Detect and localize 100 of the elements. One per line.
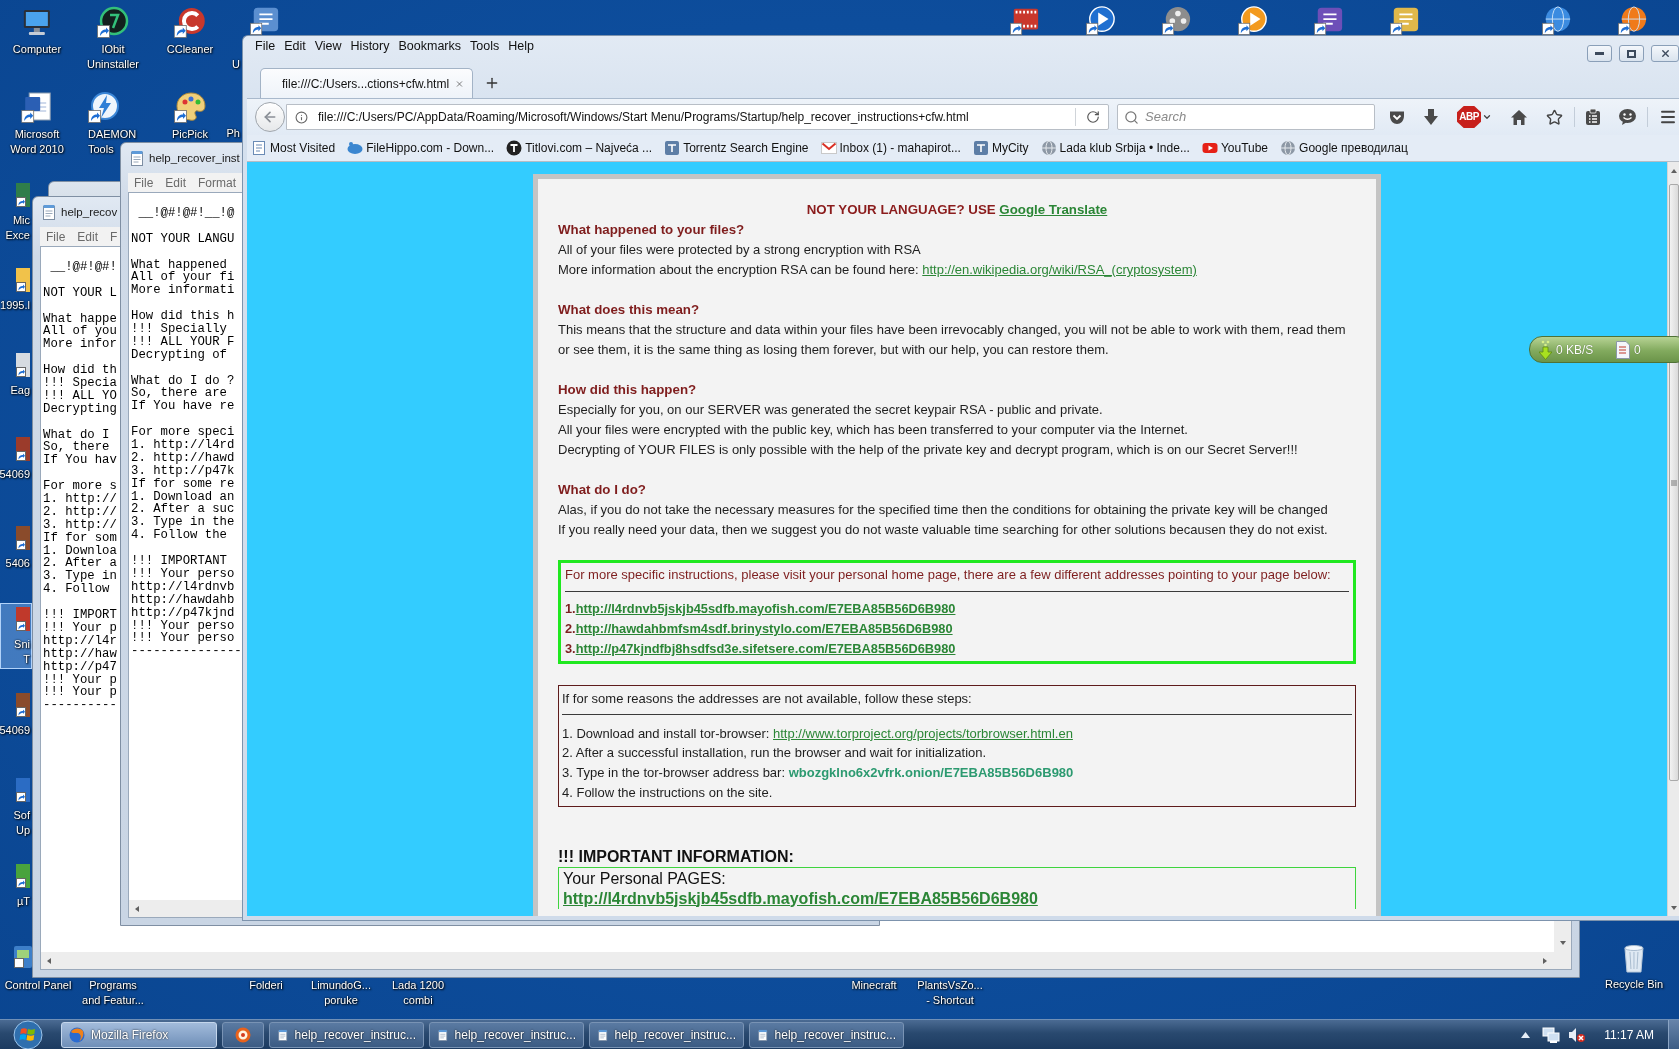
translate-link[interactable]: Google Translate xyxy=(999,202,1108,217)
shortcut-icon[interactable] xyxy=(1314,5,1344,35)
desktop-shortcut[interactable]: 54069 xyxy=(0,689,32,740)
menu-item[interactable]: Edit xyxy=(165,175,187,190)
down-arrow-icon[interactable] xyxy=(1424,109,1438,125)
globe-shortcut-icon[interactable] xyxy=(1542,5,1572,35)
taskbar-button[interactable]: help_recover_instruc... xyxy=(429,1021,584,1048)
menu-item[interactable]: Edit xyxy=(284,39,306,54)
menu-item[interactable]: F xyxy=(110,229,118,244)
desktop-shortcut[interactable]: Ph xyxy=(224,124,242,143)
desktop-shortcut[interactable]: Sof Up xyxy=(0,774,32,840)
bookmark-item[interactable]: Most Visited xyxy=(251,140,336,156)
desktop-shortcut[interactable]: 1995.l xyxy=(0,264,32,315)
desktop-shortcut[interactable]: CCleaner xyxy=(164,4,216,59)
menu-item[interactable]: Format xyxy=(198,175,237,190)
desktop-shortcut[interactable]: Recycle Bin xyxy=(1602,939,1666,994)
menu-icon[interactable] xyxy=(1659,108,1677,126)
tray-expand-icon[interactable] xyxy=(1521,1031,1531,1038)
desktop-shortcut[interactable]: PicPick xyxy=(169,89,211,144)
reload-icon[interactable] xyxy=(1086,110,1100,124)
chat-bubble-icon[interactable] xyxy=(1619,109,1636,125)
taskbar-button[interactable]: help_recover_instruc... xyxy=(269,1021,424,1048)
close-button[interactable] xyxy=(1651,45,1679,62)
scroll-thumb[interactable] xyxy=(1668,184,1679,781)
desktop-shortcut[interactable]: PlantsVsZo... - Shortcut xyxy=(915,976,985,1010)
minimize-button[interactable] xyxy=(1587,45,1612,62)
desktop-shortcut[interactable]: Sni T xyxy=(0,603,32,669)
home-icon[interactable] xyxy=(1511,109,1527,125)
menu-item[interactable]: History xyxy=(350,39,390,54)
text-link[interactable]: http://en.wikipedia.org/wiki/RSA_(cryptosystem) xyxy=(922,262,1197,277)
bookmark-item[interactable]: Lada klub Srbija • Inde... xyxy=(1040,140,1190,156)
bookmark-item[interactable]: MyCity xyxy=(972,140,1029,156)
palette-shortcut-icon[interactable] xyxy=(174,91,206,123)
desktop-shortcut[interactable]: Minecraft xyxy=(849,976,899,995)
menu-item[interactable]: Help xyxy=(508,39,534,54)
address-link[interactable]: http://hawdahbmfsm4sdf.brinystylo.com/E7EBA85B56D6B980 xyxy=(575,621,953,636)
desktop-shortcut[interactable]: IObit Uninstaller xyxy=(85,4,141,74)
partial-shortcut-icon[interactable] xyxy=(16,524,30,552)
partial-shortcut-icon[interactable] xyxy=(16,605,30,633)
show-desktop-button[interactable] xyxy=(1668,1019,1679,1049)
taskbar-button[interactable] xyxy=(222,1021,264,1048)
scroll-left-icon[interactable] xyxy=(45,956,53,965)
menu-item[interactable]: Tools xyxy=(470,39,500,54)
bookmark-item[interactable]: YouTube xyxy=(1201,140,1269,156)
step-link[interactable]: http://www.torproject.org/projects/torbrowser.html.en xyxy=(773,725,1073,741)
menu-item[interactable]: Edit xyxy=(77,229,99,244)
desktop-shortcut[interactable]: LimundoG... poruke xyxy=(309,976,373,1010)
partial-shortcut-icon[interactable] xyxy=(16,181,30,209)
search-field[interactable]: Search xyxy=(1145,110,1368,124)
bookmark-item[interactable]: Inbox (1) - mahapirot... xyxy=(820,140,961,156)
menu-item[interactable]: File xyxy=(255,39,276,54)
globe-shortcut-icon[interactable] xyxy=(1618,5,1648,35)
desktop-shortcut[interactable]: Mic Exce xyxy=(0,179,32,245)
star-icon[interactable] xyxy=(1546,108,1563,126)
desktop-shortcut[interactable]: Microsoft Word 2010 xyxy=(8,89,66,159)
pocket-icon[interactable] xyxy=(1389,109,1405,125)
desktop-shortcut[interactable]: Computer xyxy=(10,4,64,59)
address-bar[interactable]: file:///C:/Users/PC/AppData/Roaming/Microsoft/Windows/Start Menu/Programs/Startup/help_recover_instructions+cfw.html xyxy=(286,104,1109,130)
partial-shortcut-icon[interactable] xyxy=(16,862,30,890)
bookmark-item[interactable]: Google преводилац xyxy=(1280,140,1408,156)
info-icon[interactable] xyxy=(295,110,308,124)
shortcut-icon[interactable] xyxy=(1390,5,1420,35)
desktop-shortcut[interactable]: U xyxy=(230,55,242,74)
desktop-shortcut[interactable]: µT xyxy=(0,860,32,911)
desktop-shortcut[interactable]: Folderi xyxy=(247,976,285,995)
arc-shortcut-icon[interactable] xyxy=(174,6,206,38)
scroll-right-icon[interactable] xyxy=(1541,956,1549,965)
document-shortcut-icon[interactable] xyxy=(21,91,53,123)
desktop-shortcut[interactable]: DAEMON Tools xyxy=(86,89,139,159)
partial-shortcut-icon[interactable] xyxy=(16,435,30,463)
desktop-shortcut[interactable]: 5406 xyxy=(0,522,32,573)
partial-shortcut-icon[interactable] xyxy=(16,266,30,294)
muted-speaker-icon[interactable] xyxy=(1568,1026,1587,1043)
bolt-shortcut-icon[interactable] xyxy=(88,91,120,123)
address-field[interactable]: file:///C:/Users/PC/AppData/Roaming/Microsoft/Windows/Start Menu/Programs/Startup/help_recover_instructions+cfw.html xyxy=(318,110,1065,124)
clipboard-icon[interactable] xyxy=(1586,109,1600,125)
search-box[interactable]: Search xyxy=(1117,104,1375,130)
shortcut-icon[interactable] xyxy=(250,5,280,35)
desktop-shortcut[interactable]: Control Panel xyxy=(2,976,74,995)
scroll-left-icon[interactable] xyxy=(133,904,141,913)
bookmark-item[interactable]: FileHippo.com - Down... xyxy=(347,140,495,156)
scroll-down-icon[interactable] xyxy=(1669,903,1678,912)
address-link[interactable]: http://p47kjndfbj8hsdfsd3e.sifetsere.com/E7EBA85B56D6B980 xyxy=(575,641,956,656)
desktop-shortcut[interactable]: Eag xyxy=(0,349,32,400)
network-icon[interactable] xyxy=(1542,1026,1561,1043)
partial-shortcut-icon[interactable] xyxy=(16,351,30,379)
play-shortcut-icon[interactable] xyxy=(1238,5,1268,35)
bookmark-item[interactable]: Titlovi.com – Najveća ... xyxy=(506,140,653,156)
desktop-shortcut[interactable]: Lada 1200 combi xyxy=(390,976,446,1010)
personal-page-link[interactable]: http://l4rdnvb5jskjb45sdfb.mayofish.com/E7EBA85B56D6B980 xyxy=(563,889,1038,907)
desktop-shortcut[interactable]: 54069 xyxy=(0,433,32,484)
partial-shortcut-icon[interactable] xyxy=(16,691,30,719)
partial-shortcut-icon[interactable] xyxy=(14,946,32,968)
menu-item[interactable]: File xyxy=(46,229,66,244)
address-link[interactable]: http://l4rdnvb5jskjb45sdfb.mayofish.com/E7EBA85B56D6B980 xyxy=(575,601,956,616)
menu-item[interactable]: Bookmarks xyxy=(398,39,461,54)
menu-item[interactable]: View xyxy=(314,39,342,54)
partial-shortcut-icon[interactable] xyxy=(16,776,30,804)
browser-tab[interactable]: file:///C:/Users...ctions+cfw.html xyxy=(260,68,473,98)
reel-shortcut-icon[interactable] xyxy=(1162,5,1192,35)
